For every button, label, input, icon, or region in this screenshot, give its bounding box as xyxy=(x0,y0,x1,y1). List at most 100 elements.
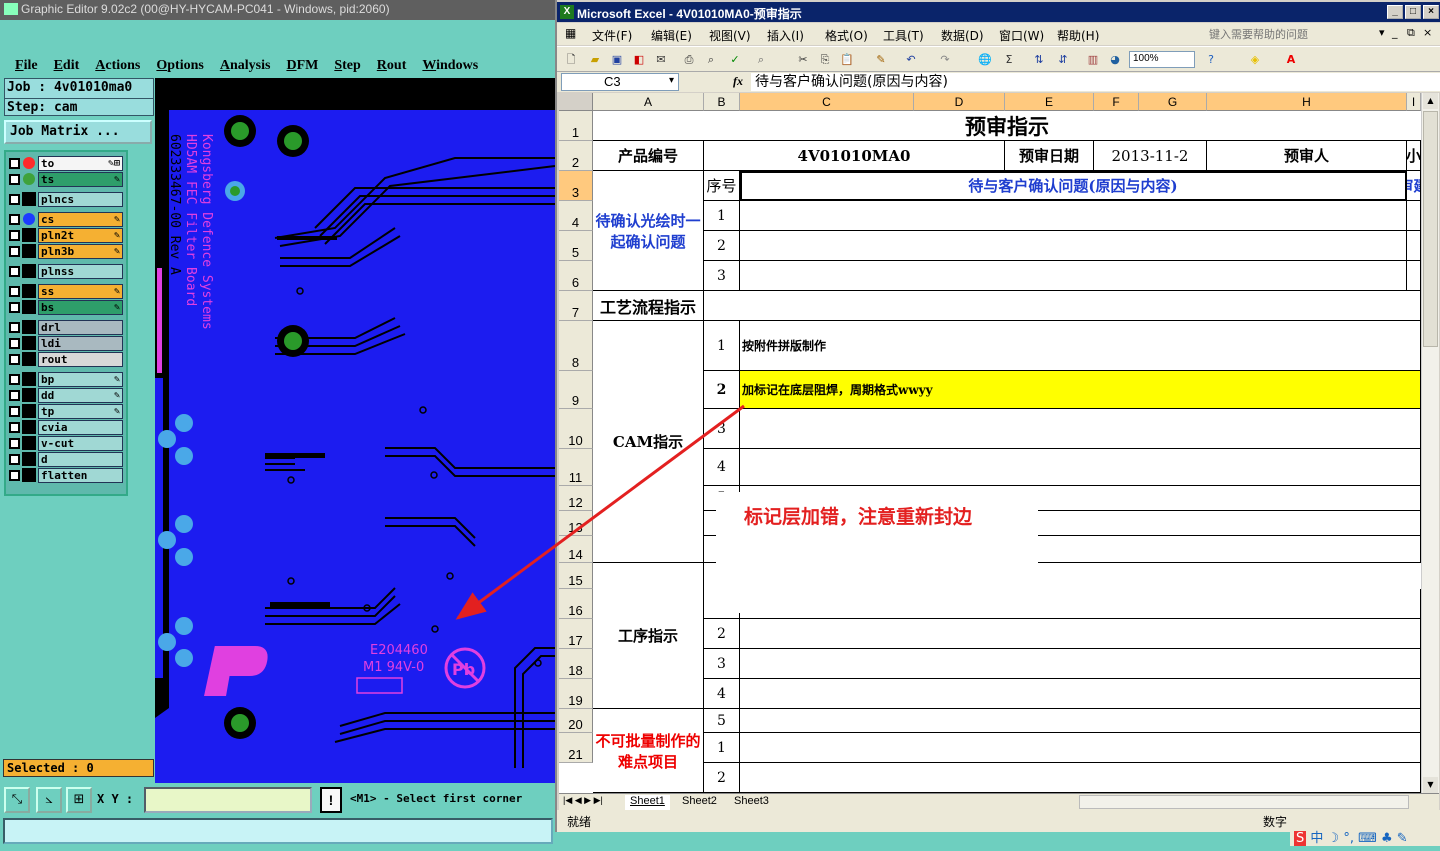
cell-suggest-5[interactable] xyxy=(1407,231,1421,261)
name-box[interactable]: C3 xyxy=(561,73,679,91)
column-header-G[interactable]: G xyxy=(1139,93,1207,111)
ime-tray[interactable]: S 中 ☽ °, ⌨ ♣ ✎ xyxy=(1290,826,1440,846)
ime-logo-icon[interactable]: S xyxy=(1294,831,1307,846)
worksheet[interactable]: ABCDEFGHI 1 2 3 4 5 6 7 8 9 10 11 12 13 14 15 16 17 18 19 2… xyxy=(559,93,1439,793)
cell-product-value[interactable]: 4V01010MA0 xyxy=(704,141,1005,171)
layer-name[interactable]: bs ✎ xyxy=(38,299,123,315)
row-header-3[interactable]: 3 xyxy=(559,171,593,201)
cell-seq-11[interactable]: 4 xyxy=(704,449,740,486)
menu-rout[interactable]: Rout xyxy=(377,58,407,74)
doc-minimize-icon[interactable]: _ xyxy=(1392,26,1398,39)
layer-row-plncs[interactable]: plncs xyxy=(9,191,123,207)
undo-icon[interactable]: ↶ xyxy=(903,52,919,68)
column-header-C[interactable]: C xyxy=(740,93,914,111)
row-header-10[interactable]: 10 xyxy=(559,409,593,449)
cell-reviewer-label[interactable]: 预审人 xyxy=(1207,141,1407,171)
cell-cam-section[interactable]: CAM指示 xyxy=(593,321,704,563)
measure-icon[interactable]: ⦣ xyxy=(36,787,62,813)
menu-window-cn[interactable]: 窗口(W) xyxy=(999,27,1044,44)
minimize-button[interactable]: _ xyxy=(1387,5,1403,19)
row-header-19[interactable]: 19 xyxy=(559,679,593,709)
cell-seq-5[interactable]: 2 xyxy=(704,231,740,261)
scroll-up-icon[interactable]: ▲ xyxy=(1423,93,1438,109)
print-icon[interactable]: ⎙ xyxy=(681,52,697,68)
cell-seq-19[interactable]: 4 xyxy=(704,679,740,709)
tab-nav-icons[interactable]: |◀ ◀ ▶ ▶| xyxy=(563,795,603,806)
close-button[interactable]: × xyxy=(1423,5,1439,19)
layer-name[interactable]: v-cut xyxy=(38,435,123,451)
help-icon[interactable]: ? xyxy=(1203,52,1219,68)
cell-suggest-4[interactable] xyxy=(1407,201,1421,231)
layer-row-to[interactable]: to ✎⊞ xyxy=(9,155,123,171)
layer-checkbox[interactable] xyxy=(9,373,20,385)
cell-process-body[interactable] xyxy=(704,291,1421,321)
layer-row-ldi[interactable]: ldi xyxy=(9,335,123,351)
layer-name[interactable]: flatten xyxy=(38,467,123,483)
layer-row-dd[interactable]: dd ✎ xyxy=(9,387,123,403)
alert-button[interactable]: ! xyxy=(320,787,342,813)
menu-options[interactable]: Options xyxy=(156,58,203,74)
cell-reviewer-value[interactable]: 周小波 xyxy=(1407,141,1421,171)
row-header-11[interactable]: 11 xyxy=(559,449,593,486)
function-icon[interactable]: fx xyxy=(733,74,743,89)
cut-icon[interactable]: ✂ xyxy=(795,52,811,68)
menu-analysis[interactable]: Analysis xyxy=(220,58,271,74)
layer-name[interactable]: ss ✎ xyxy=(38,283,123,299)
layer-name[interactable]: pln3b ✎ xyxy=(38,243,123,259)
email-icon[interactable]: ✉ xyxy=(653,52,669,68)
layer-name[interactable]: plncs xyxy=(38,191,123,207)
copy-icon[interactable]: ⎘ xyxy=(817,52,833,68)
research-icon[interactable]: ⌕ xyxy=(753,52,769,68)
layer-name[interactable]: bp ✎ xyxy=(38,371,123,387)
maximize-button[interactable]: □ xyxy=(1405,5,1421,19)
permission-icon[interactable]: ◧ xyxy=(631,52,647,68)
cell-issue-header[interactable]: 待与客户确认问题(原因与内容) xyxy=(740,171,1407,201)
layer-checkbox[interactable] xyxy=(9,321,20,333)
layer-name[interactable]: ts ✎ xyxy=(38,171,123,187)
layer-checkbox[interactable] xyxy=(9,437,20,449)
cell-cam-1[interactable]: 按附件拼版制作 xyxy=(740,321,1421,371)
layer-name[interactable]: ldi xyxy=(38,335,123,351)
format-painter-icon[interactable]: ✎ xyxy=(873,52,889,68)
menu-edit-cn[interactable]: 编辑(E) xyxy=(651,27,692,44)
layer-checkbox[interactable] xyxy=(9,245,20,257)
cell-op-section[interactable]: 工序指示 xyxy=(593,563,704,709)
cell-body-20[interactable] xyxy=(740,709,1421,733)
horizontal-scrollbar[interactable] xyxy=(1079,795,1409,809)
pcb-canvas[interactable]: Kongsberg Defence Systems HD5AM FEC Filt… xyxy=(155,78,555,783)
menu-actions[interactable]: Actions xyxy=(95,58,140,74)
menu-step[interactable]: Step xyxy=(334,58,360,74)
layer-checkbox[interactable] xyxy=(9,405,20,417)
row-header-12[interactable]: 12 xyxy=(559,486,593,511)
layer-name[interactable]: rout xyxy=(38,351,123,367)
tab-sheet2[interactable]: Sheet2 xyxy=(677,795,722,810)
layer-checkbox[interactable] xyxy=(9,301,20,313)
layer-checkbox[interactable] xyxy=(9,421,20,433)
row-header-1[interactable]: 1 xyxy=(559,111,593,141)
new-icon[interactable]: 🗋 xyxy=(563,52,579,68)
row-header-21[interactable]: 21 xyxy=(559,733,593,763)
scroll-down-icon[interactable]: ▼ xyxy=(1423,777,1438,793)
layer-row-bs[interactable]: bs ✎ xyxy=(9,299,123,315)
menu-data-cn[interactable]: 数据(D) xyxy=(941,27,984,44)
cell-body-10[interactable] xyxy=(740,409,1421,449)
row-header-2[interactable]: 2 xyxy=(559,141,593,171)
layer-name[interactable]: dd ✎ xyxy=(38,387,123,403)
layer-name[interactable]: to ✎⊞ xyxy=(38,155,123,171)
cell-seq-label[interactable]: 序号 xyxy=(704,171,740,201)
layer-name[interactable]: pln2t ✎ xyxy=(38,227,123,243)
layer-row-ts[interactable]: ts ✎ xyxy=(9,171,123,187)
column-header-A[interactable]: A xyxy=(593,93,704,111)
layer-row-rout[interactable]: rout xyxy=(9,351,123,367)
cell-date-value[interactable]: 2013-11-2 xyxy=(1094,141,1207,171)
layer-row-pln3b[interactable]: pln3b ✎ xyxy=(9,243,123,259)
job-matrix-button[interactable]: Job Matrix ... xyxy=(4,120,152,144)
cell-seq-22[interactable]: 2 xyxy=(704,763,740,793)
layer-checkbox[interactable] xyxy=(9,469,20,481)
fill-color-icon[interactable]: ◈ xyxy=(1247,52,1263,68)
menu-edit[interactable]: Edit xyxy=(54,58,80,74)
menu-dfm[interactable]: DFM xyxy=(286,58,318,74)
menu-help-cn[interactable]: 帮助(H) xyxy=(1057,27,1099,44)
layer-checkbox[interactable] xyxy=(9,213,20,225)
cell-date-label[interactable]: 预审日期 xyxy=(1005,141,1094,171)
